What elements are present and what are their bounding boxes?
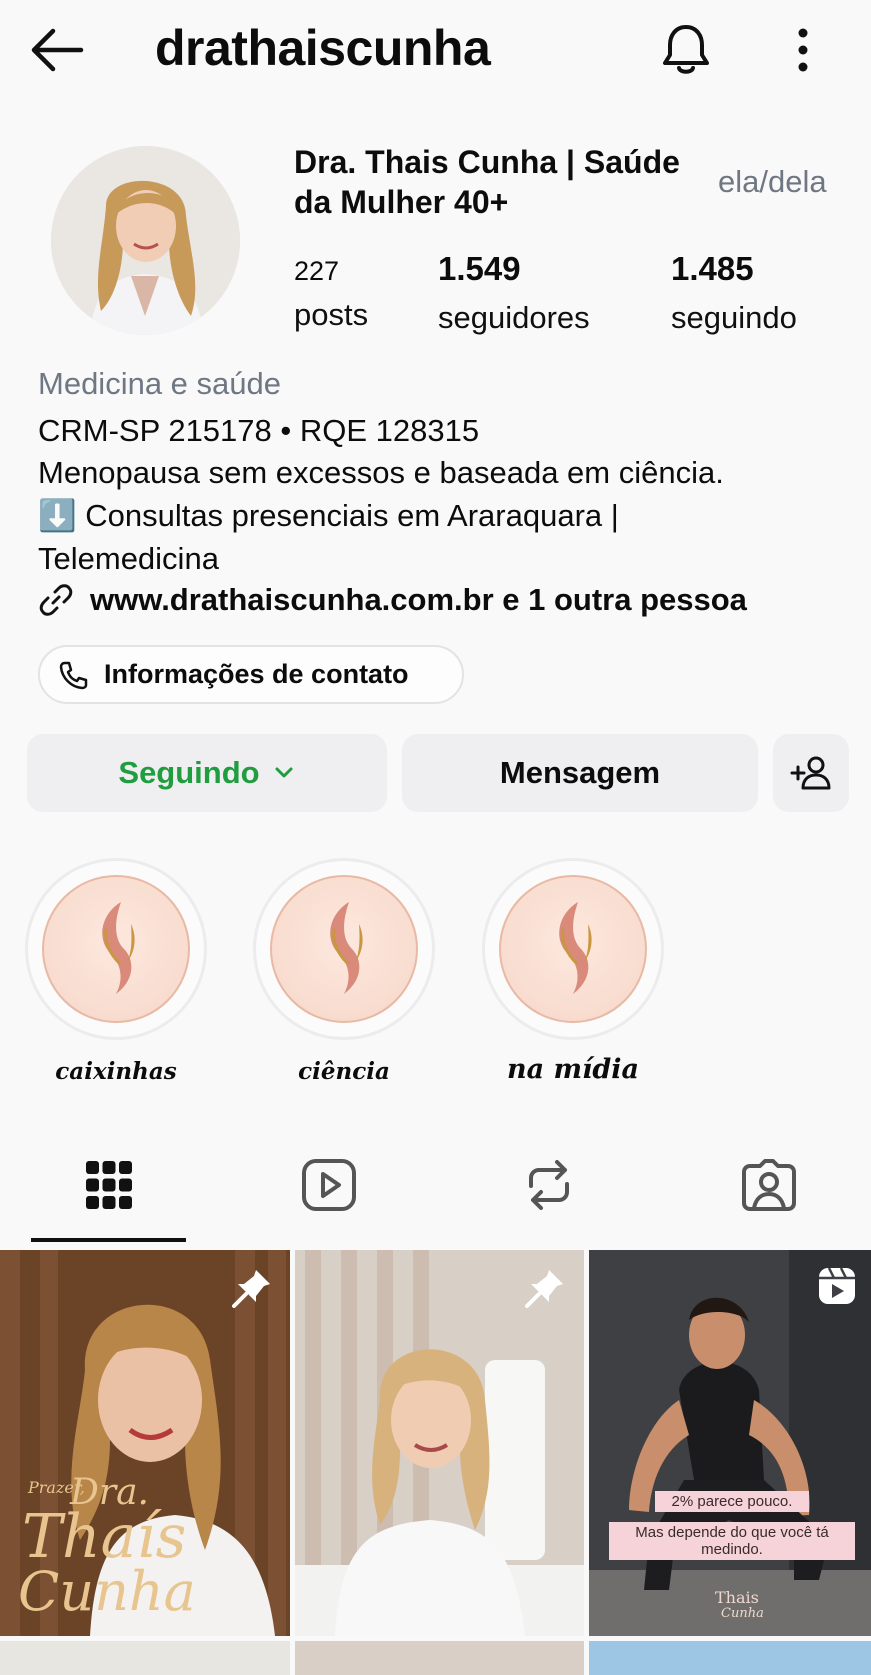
grid-post[interactable] [295, 1250, 584, 1636]
post-caption-line: 2% parece pouco. [655, 1491, 809, 1512]
following-label: Seguindo [118, 755, 260, 790]
bell-icon [663, 25, 709, 74]
arrow-left-icon [31, 28, 84, 72]
profile-display-name: Dra. Thais Cunha | Saúde da Mulher 40+ [294, 144, 680, 220]
stat-following-count: 1.485 [671, 250, 754, 287]
chevron-down-icon [275, 767, 293, 778]
more-vertical-icon [798, 28, 808, 72]
pin-icon [232, 1270, 270, 1308]
bio-line: Telemedicina [38, 541, 219, 576]
back-button[interactable] [26, 20, 88, 80]
following-button[interactable]: Seguindo [27, 734, 387, 812]
stat-followers-label: seguidores [438, 300, 590, 335]
bio-line: ⬇️ Consultas presenciais em Araraquara | [38, 498, 619, 533]
add-person-icon [790, 756, 831, 790]
profile-category: Medicina e saúde [38, 366, 281, 401]
grid-icon [86, 1161, 132, 1209]
brand-logo-icon [102, 902, 135, 994]
notifications-button[interactable] [655, 18, 717, 80]
profile-link-text: www.drathaiscunha.com.br e 1 outra pesso… [90, 582, 747, 617]
brand-logo-icon [330, 902, 363, 994]
more-options-button[interactable] [780, 22, 826, 78]
message-button[interactable]: Mensagem [402, 734, 758, 812]
tab-posts-grid[interactable] [49, 1150, 169, 1220]
brand-logo-icon [559, 902, 592, 994]
phone-icon [59, 661, 88, 689]
post-image [589, 1250, 871, 1636]
highlight-label: caixinhas [55, 1058, 177, 1085]
grid-post[interactable] [0, 1641, 290, 1675]
stat-following-label: seguindo [671, 300, 797, 335]
tagged-icon [742, 1159, 796, 1211]
bio-line: Menopausa sem excessos e baseada em ciên… [38, 455, 724, 490]
link-icon [39, 584, 73, 616]
stat-posts-label: posts [294, 297, 369, 332]
profile-avatar[interactable] [51, 146, 240, 335]
grid-post[interactable]: 2% parece pouco. Mas depende do que você… [589, 1250, 871, 1636]
tab-tagged[interactable] [709, 1150, 829, 1220]
active-tab-indicator [31, 1238, 186, 1242]
pin-icon [525, 1270, 563, 1308]
tab-reels[interactable] [269, 1150, 389, 1220]
message-label: Mensagem [499, 755, 661, 790]
reels-icon [302, 1159, 356, 1211]
profile-links[interactable]: www.drathaiscunha.com.br e 1 outra pesso… [38, 582, 747, 618]
reel-badge-icon [819, 1267, 855, 1304]
profile-username: drathaiscunha [155, 20, 491, 76]
tab-reposts[interactable] [489, 1150, 609, 1220]
post-logo-text: Cunha [721, 1606, 764, 1621]
highlight-label: na mídia [507, 1054, 639, 1085]
stat-followers-count: 1.549 [438, 250, 521, 287]
grid-post[interactable] [295, 1641, 584, 1675]
grid-post[interactable]: Prazer, Dra. Thaís Cunha [0, 1250, 290, 1636]
contact-info-label: Informações de contato [104, 659, 409, 689]
avatar-photo [51, 146, 240, 335]
post-caption-line: Mas depende do que você tá medindo. [609, 1522, 855, 1560]
stat-posts-count: 227 [294, 256, 340, 286]
repost-icon [529, 1160, 569, 1210]
grid-post[interactable] [589, 1641, 871, 1675]
contact-info-button[interactable]: Informações de contato [38, 645, 464, 704]
post-logo-text: Thais [715, 1588, 759, 1607]
suggest-users-button[interactable] [773, 734, 849, 812]
bio-line: CRM-SP 215178 • RQE 128315 [38, 413, 480, 448]
profile-pronouns: ela/dela [718, 164, 827, 199]
post-caption-word: Cunha [18, 1560, 196, 1623]
highlight-label: ciência [298, 1058, 390, 1085]
